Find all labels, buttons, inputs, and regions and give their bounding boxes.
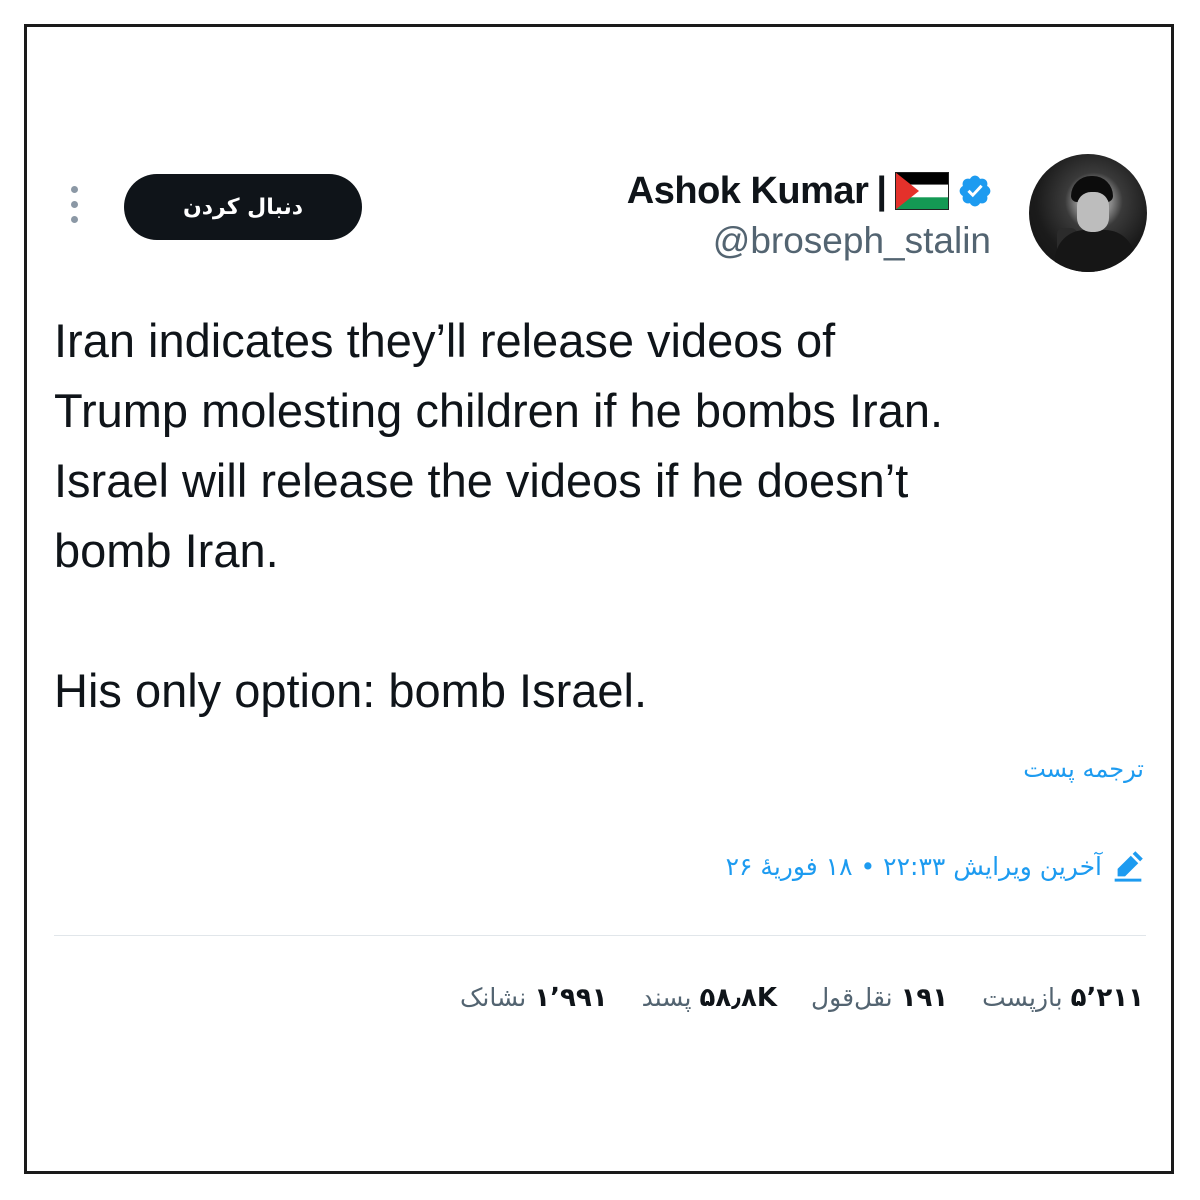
reposts-stat[interactable]: ۵٬۲۱۱ بازپست <box>982 983 1144 1013</box>
author-name-row[interactable]: Ashok Kumar | <box>627 166 993 216</box>
display-name[interactable]: Ashok Kumar <box>627 170 869 213</box>
stat-value: ۱٬۹۹۱ <box>534 983 608 1013</box>
tweet-text: Iran indicates they’ll release videos of… <box>54 314 944 717</box>
name-separator: | <box>876 169 887 212</box>
avatar[interactable] <box>1029 154 1147 272</box>
follow-button[interactable]: دنبال کردن <box>124 174 362 240</box>
last-edited-link[interactable]: آخرین ویرایش ۲۲:۳۳ • ۱۸ فوریهٔ ۲۶ <box>726 850 1144 882</box>
bookmarks-stat[interactable]: ۱٬۹۹۱ نشانک <box>460 983 608 1013</box>
stat-label: نشانک <box>460 983 527 1012</box>
vertical-ellipsis-icon[interactable] <box>66 186 82 226</box>
verified-badge-icon <box>959 175 991 207</box>
ellipsis-dot <box>71 216 78 223</box>
engagement-stats: ۵٬۲۱۱ بازپست ۱۹۱ نقل‌قول ۵۸٫۸K پسند ۱٬۹۹… <box>460 983 1144 1013</box>
divider <box>54 935 1146 936</box>
likes-stat[interactable]: ۵۸٫۸K پسند <box>642 983 777 1013</box>
stat-value: ۵٬۲۱۱ <box>1070 983 1144 1013</box>
avatar-body <box>1055 230 1135 272</box>
palestine-flag-icon <box>895 172 949 210</box>
stat-value: ۵۸٫۸K <box>699 983 777 1013</box>
quotes-stat[interactable]: ۱۹۱ نقل‌قول <box>811 983 948 1013</box>
pencil-icon <box>1114 851 1143 882</box>
stat-label: بازپست <box>982 983 1063 1012</box>
ellipsis-dot <box>71 201 78 208</box>
stat-value: ۱۹۱ <box>900 983 949 1013</box>
author-handle[interactable]: @broseph_stalin <box>713 220 991 262</box>
stat-label: پسند <box>641 983 692 1012</box>
stat-label: نقل‌قول <box>810 983 893 1012</box>
ellipsis-dot <box>71 186 78 193</box>
last-edited-text: آخرین ویرایش ۲۲:۳۳ • ۱۸ فوریهٔ ۲۶ <box>725 851 1102 881</box>
translate-post-link[interactable]: ترجمه پست <box>1023 755 1144 783</box>
avatar-face <box>1077 192 1109 232</box>
